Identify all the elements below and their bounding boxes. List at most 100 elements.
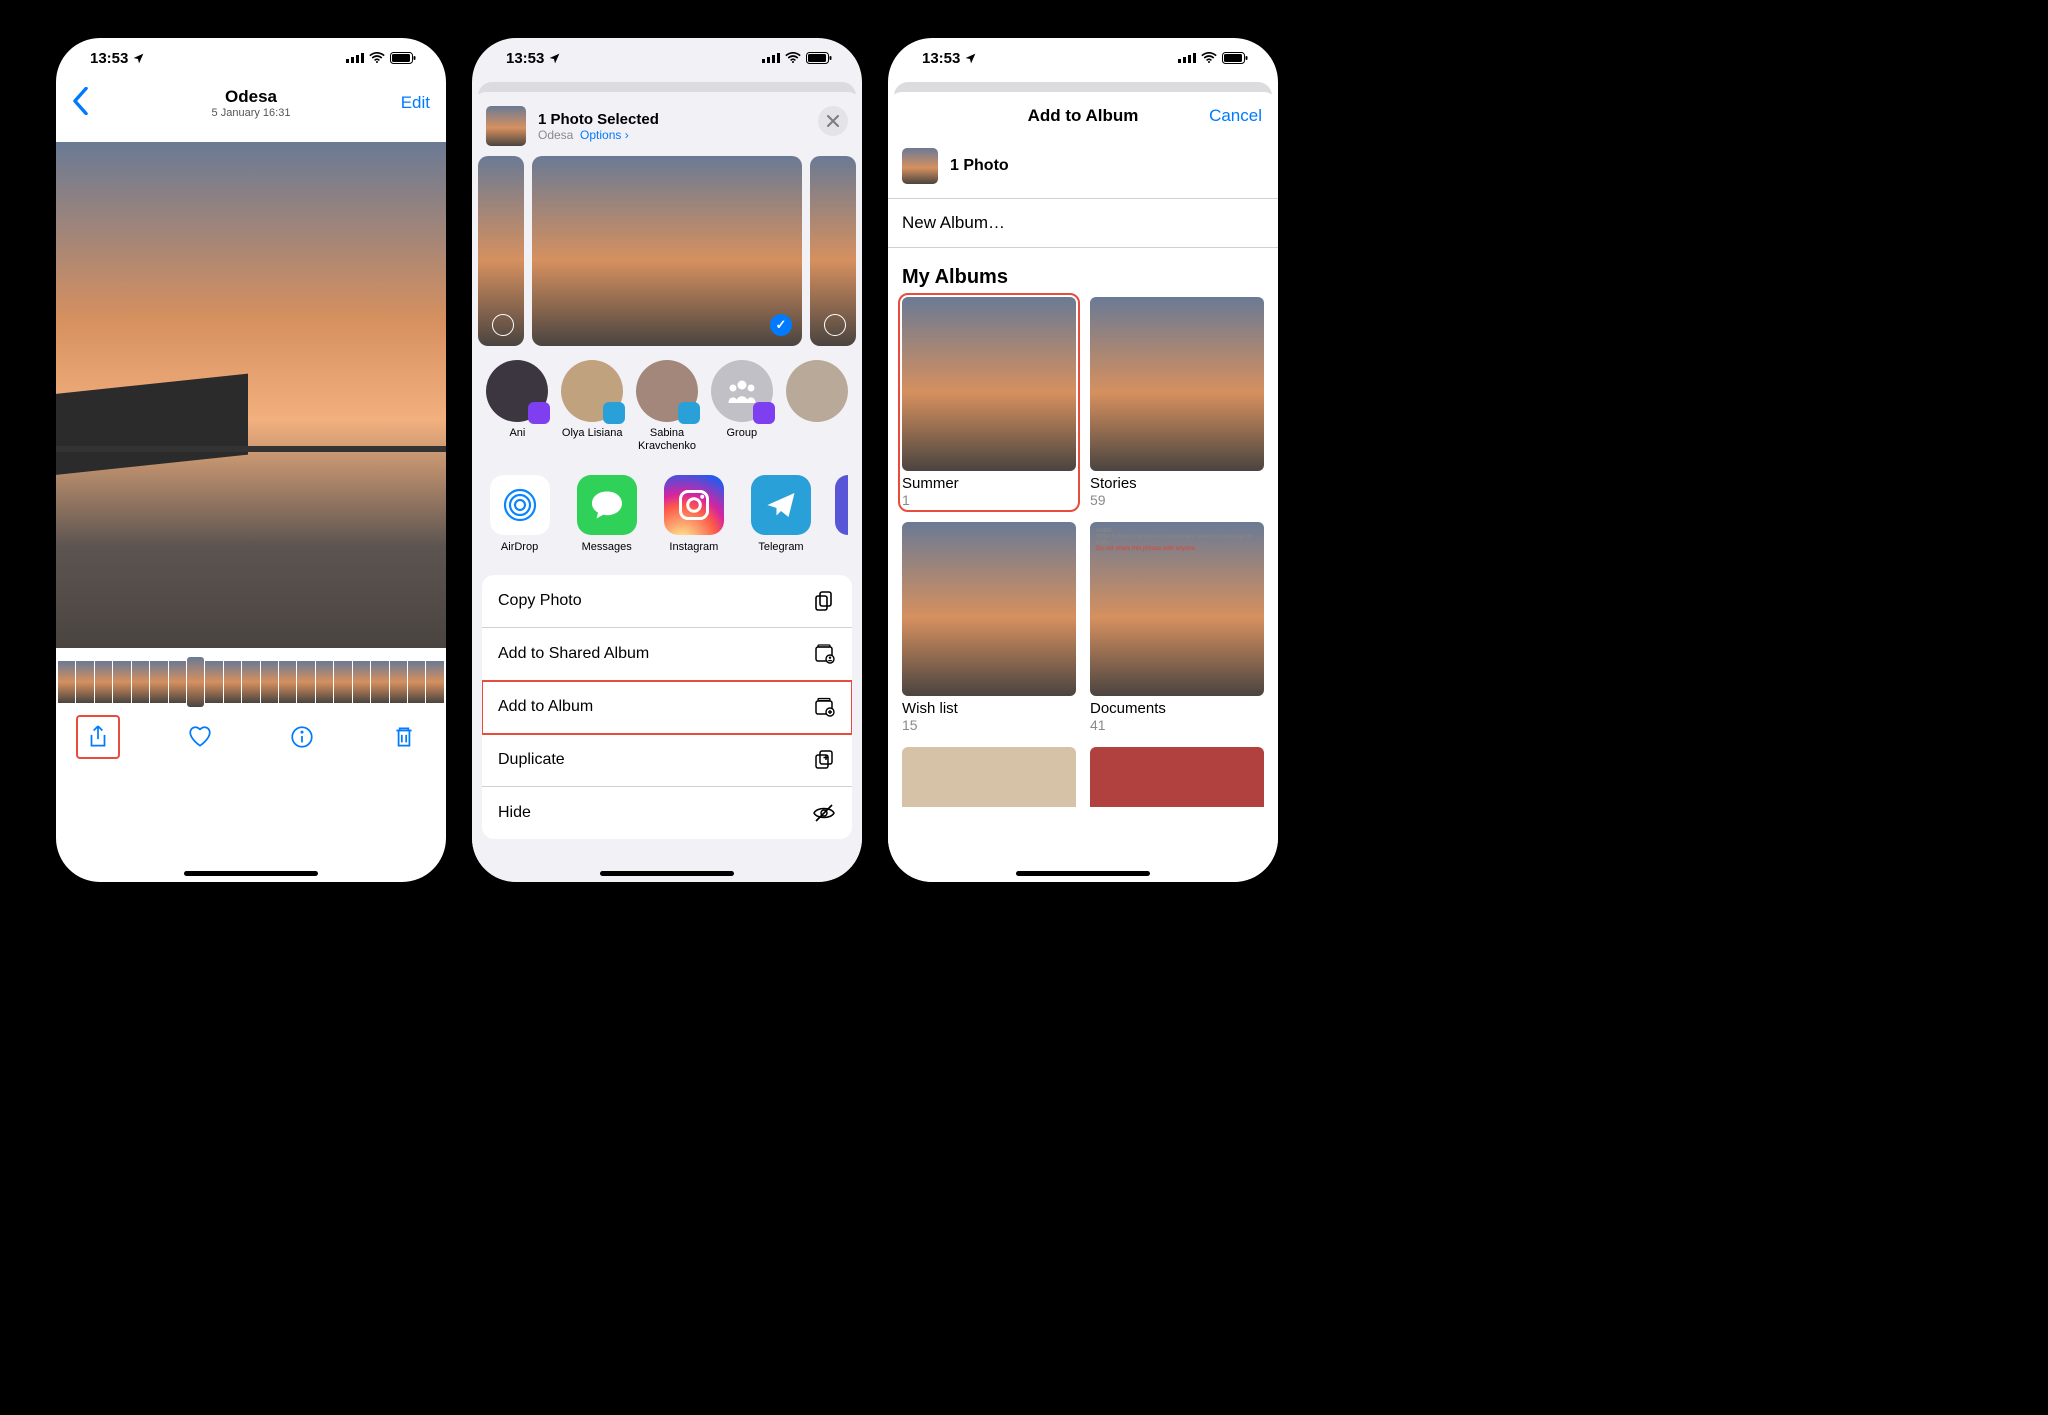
share-contact[interactable]: Sabina Kravchenko xyxy=(636,360,699,453)
battery-icon xyxy=(806,52,832,64)
action-label: Add to Album xyxy=(498,698,593,716)
share-contact[interactable]: Ani xyxy=(486,360,549,453)
album-summer[interactable]: Summer 1 xyxy=(902,297,1076,508)
screen-add-to-album: 13:53 Add to Album Cancel 1 Photo New Al… xyxy=(888,38,1278,882)
status-time-text: 13:53 xyxy=(506,50,544,67)
share-photo-next[interactable] xyxy=(810,156,856,346)
album-cover xyxy=(1090,297,1264,471)
copy-photo-row[interactable]: Copy Photo xyxy=(482,575,852,628)
action-label: Hide xyxy=(498,804,531,822)
album-name: Stories xyxy=(1090,475,1264,492)
contact-name: Ani xyxy=(509,427,525,439)
airdrop-icon xyxy=(490,475,550,535)
telegram-icon xyxy=(751,475,811,535)
share-app-telegram[interactable]: Telegram xyxy=(747,475,814,553)
home-indicator[interactable] xyxy=(600,871,734,876)
album-name: Documents xyxy=(1090,700,1264,717)
my-albums-title: My Albums xyxy=(888,248,1278,297)
screen-photo-detail: 13:53 Odesa 5 January 16:31 Edit xyxy=(56,38,446,882)
edit-button[interactable]: Edit xyxy=(401,93,430,113)
contact-name: Sabina Kravchenko xyxy=(638,427,696,452)
share-app-instagram[interactable]: Instagram xyxy=(660,475,727,553)
app-label: AirDrop xyxy=(501,541,538,553)
album-name: Summer xyxy=(902,475,1076,492)
photo-viewer[interactable] xyxy=(56,142,446,648)
duplicate-row[interactable]: Duplicate xyxy=(482,734,852,787)
share-app-messages[interactable]: Messages xyxy=(573,475,640,553)
share-header-thumb xyxy=(486,106,526,146)
share-photo-strip[interactable] xyxy=(472,156,862,346)
share-contacts-row[interactable]: Ani Olya Lisiana Sabina Kravchenko Group xyxy=(472,346,862,459)
share-subtitle-location: Odesa xyxy=(538,128,573,142)
favorite-button[interactable] xyxy=(178,715,222,759)
share-action-list: Copy Photo Add to Shared Album Add to Al… xyxy=(482,575,852,839)
back-button[interactable] xyxy=(72,87,89,120)
album-cover xyxy=(1090,747,1264,807)
screen-share-sheet: 13:53 1 Photo Selected Odesa Options › xyxy=(472,38,862,882)
messages-icon xyxy=(577,475,637,535)
share-contact[interactable]: Olya Lisiana xyxy=(561,360,624,453)
delete-button[interactable] xyxy=(382,715,426,759)
album-partial[interactable] xyxy=(902,747,1076,807)
share-title: 1 Photo Selected xyxy=(538,111,659,128)
wifi-icon xyxy=(369,52,385,64)
cellular-icon xyxy=(1178,52,1196,64)
photo-title: Odesa xyxy=(212,87,291,107)
album-count: 59 xyxy=(1090,492,1264,508)
status-bar: 13:53 xyxy=(472,38,862,78)
avatar xyxy=(561,360,623,422)
new-album-row[interactable]: New Album… xyxy=(888,199,1278,248)
duplicate-icon xyxy=(812,748,836,772)
info-button[interactable] xyxy=(280,715,324,759)
photo-toolbar xyxy=(56,710,446,764)
album-name: Wish list xyxy=(902,700,1076,717)
share-photo-selected[interactable] xyxy=(532,156,802,346)
action-label: Copy Photo xyxy=(498,592,582,610)
home-indicator[interactable] xyxy=(1016,871,1150,876)
album-partial[interactable] xyxy=(1090,747,1264,807)
selection-circle-icon[interactable] xyxy=(824,314,846,336)
selection-check-icon[interactable] xyxy=(770,314,792,336)
share-app-more[interactable] xyxy=(835,475,848,535)
add-to-album-title: Add to Album xyxy=(1028,106,1139,126)
add-to-shared-album-row[interactable]: Add to Shared Album xyxy=(482,628,852,681)
home-indicator[interactable] xyxy=(184,871,318,876)
album-count: 1 xyxy=(902,492,1076,508)
share-options-link[interactable]: Options › xyxy=(580,128,629,142)
close-icon xyxy=(827,115,839,127)
photo-nav-bar: Odesa 5 January 16:31 Edit xyxy=(56,78,446,128)
selection-circle-icon[interactable] xyxy=(492,314,514,336)
heart-icon xyxy=(187,724,213,750)
status-time-text: 13:53 xyxy=(90,50,128,67)
hide-row[interactable]: Hide xyxy=(482,787,852,839)
wifi-icon xyxy=(785,52,801,64)
status-time: 13:53 xyxy=(90,50,145,67)
photo-thumbnail-strip[interactable] xyxy=(56,654,446,710)
album-wishlist[interactable]: Wish list 15 xyxy=(902,522,1076,733)
share-photo-prev[interactable] xyxy=(478,156,524,346)
add-to-album-row[interactable]: Add to Album xyxy=(482,681,852,734)
instagram-icon xyxy=(664,475,724,535)
contact-name: Olya Lisiana xyxy=(562,427,623,439)
battery-icon xyxy=(390,52,416,64)
viber-badge-icon xyxy=(753,402,775,424)
share-header: 1 Photo Selected Odesa Options › xyxy=(472,92,862,156)
share-contact-group[interactable]: Group xyxy=(710,360,773,453)
add-to-album-icon xyxy=(812,695,836,719)
album-count: 15 xyxy=(902,717,1076,733)
album-stories[interactable]: Stories 59 xyxy=(1090,297,1264,508)
avatar xyxy=(711,360,773,422)
album-cover xyxy=(902,747,1076,807)
share-contact[interactable] xyxy=(785,360,848,453)
close-button[interactable] xyxy=(818,106,848,136)
share-icon xyxy=(85,724,111,750)
cancel-button[interactable]: Cancel xyxy=(1209,106,1262,126)
viber-badge-icon xyxy=(528,402,550,424)
share-app-airdrop[interactable]: AirDrop xyxy=(486,475,553,553)
share-button[interactable] xyxy=(76,715,120,759)
album-documents[interactable]: wallet.Write it down and store it somewh… xyxy=(1090,522,1264,733)
app-label: Messages xyxy=(582,541,632,553)
status-bar: 13:53 xyxy=(56,38,446,78)
selection-label: 1 Photo xyxy=(950,157,1009,175)
share-apps-row[interactable]: AirDrop Messages Instagram Telegram xyxy=(472,459,862,569)
